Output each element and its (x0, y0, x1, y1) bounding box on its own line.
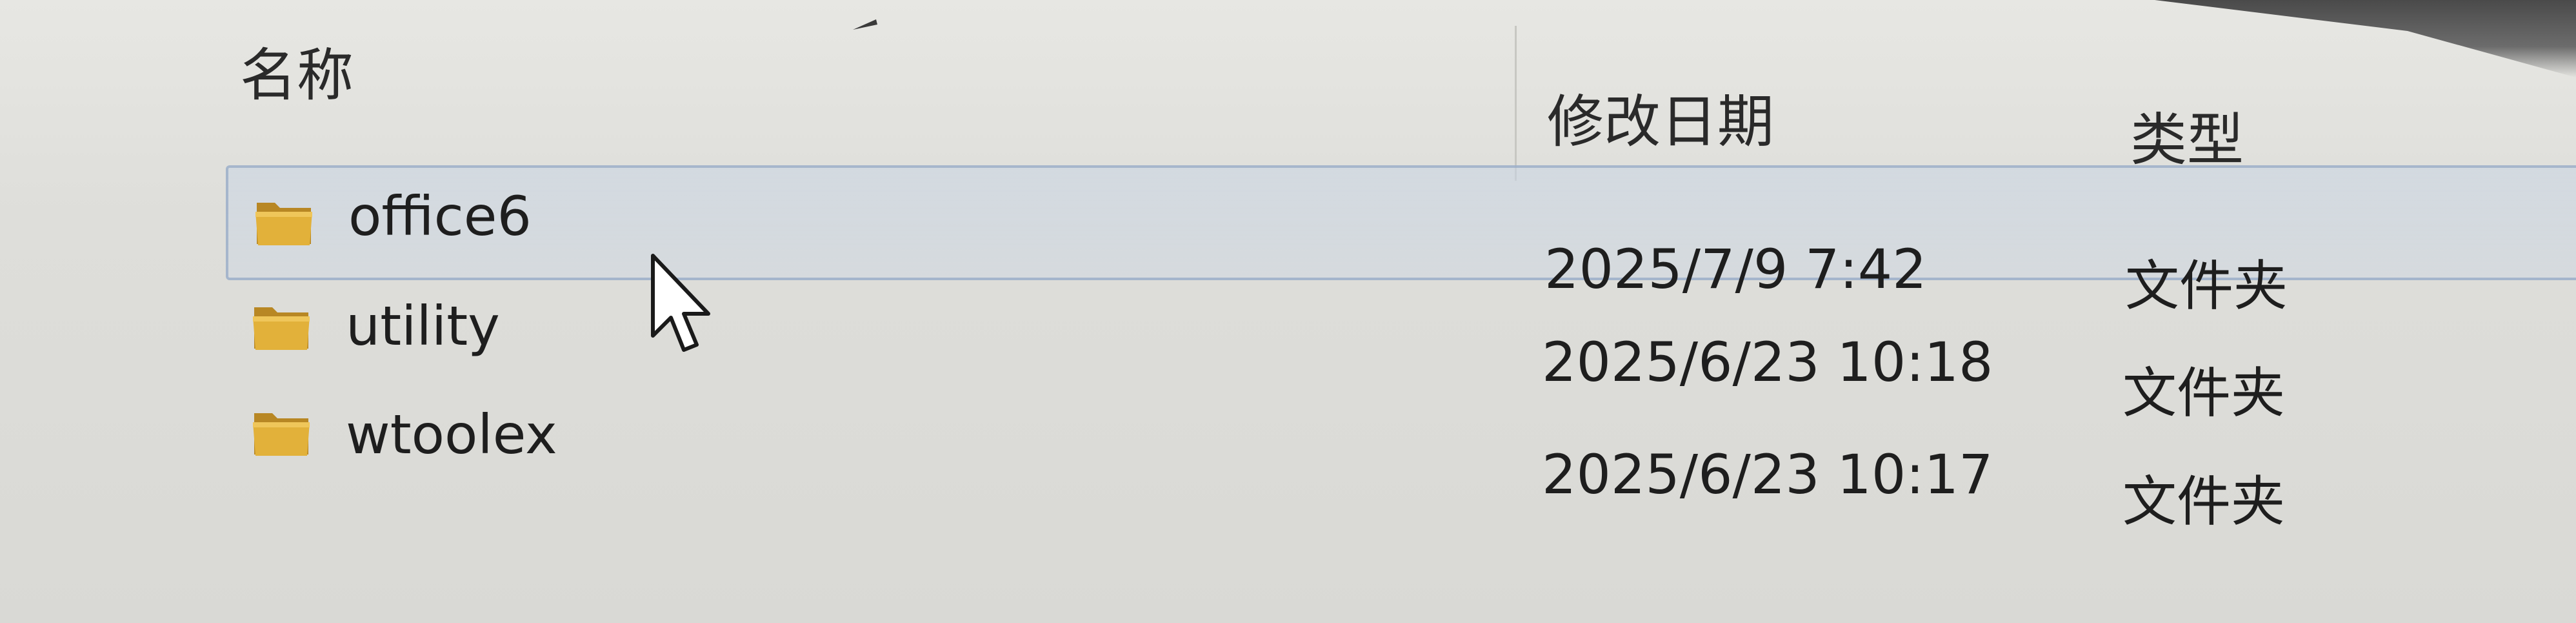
folder-icon (253, 307, 310, 350)
folder-icon (253, 413, 310, 456)
file-name: wtoolex (346, 403, 557, 466)
file-row[interactable]: utility 2025/6/23 10:18 文件夹 (226, 279, 2576, 425)
file-name: office6 (348, 185, 532, 248)
file-date-modified: 2025/6/23 10:18 (1542, 331, 1993, 394)
folder-icon (255, 203, 312, 245)
file-list: office6 2025/7/9 7:42 文件夹 utility 2025/6… (0, 0, 2576, 623)
file-type: 文件夹 (2122, 470, 2286, 533)
file-row[interactable]: wtoolex 2025/6/23 10:17 文件夹 (226, 387, 2576, 533)
file-explorer-window: 名称 修改日期 类型 office6 2025/7/9 7:42 文件夹 uti… (0, 0, 2576, 623)
file-row[interactable]: office6 2025/7/9 7:42 文件夹 (226, 165, 2576, 318)
mouse-pointer-icon (651, 254, 710, 352)
file-date-modified: 2025/6/23 10:17 (1542, 443, 1993, 506)
file-name: utility (346, 294, 500, 358)
